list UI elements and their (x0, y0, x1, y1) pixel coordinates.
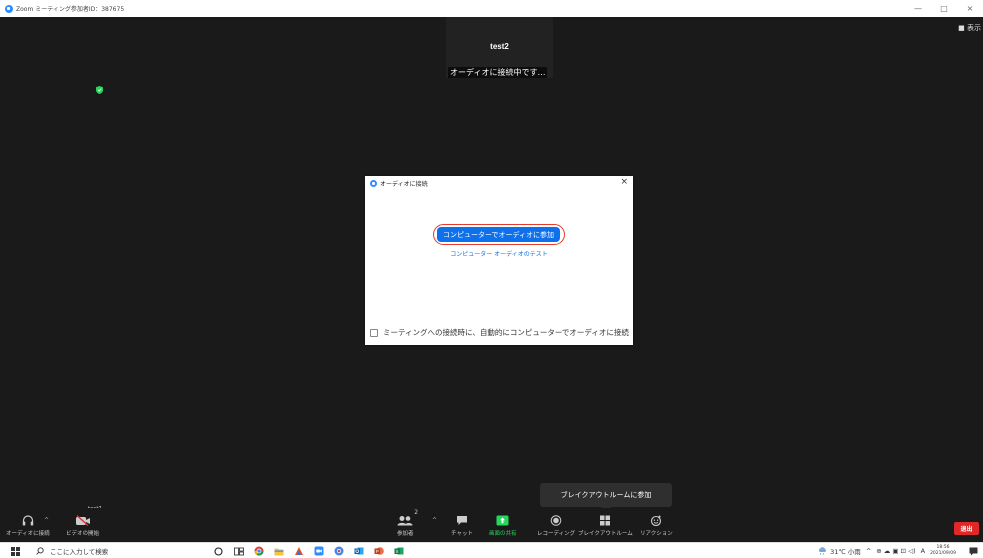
clock-date: 2021/09/09 (930, 551, 956, 556)
taskbar-search-box[interactable]: ここに入力して検索 (30, 543, 200, 558)
meeting-toolbar: オーディオに接続 ^ ビデオの開始 2 参加者 ^ チャット 画面の共有 レコー… (0, 508, 983, 542)
taskbar-clock[interactable]: 18:56 2021/09/09 (930, 545, 961, 557)
participants-count: 2 (414, 509, 419, 516)
system-tray: 31℃ 小雨 ^ ⊕ ☁ ▣ ⊡ ◁) A 18:56 2021/09/09 (818, 543, 983, 558)
reactions-button[interactable]: リアクション (640, 508, 673, 542)
window-controls: — □ × (905, 0, 983, 17)
video-off-icon (75, 515, 90, 526)
join-audio-label: オーディオに接続 (6, 531, 50, 537)
view-button[interactable]: ■ 表示 (956, 23, 983, 33)
cortana-icon[interactable] (210, 543, 227, 558)
dialog-title: オーディオに接続 (370, 178, 428, 188)
dialog-title-text: オーディオに接続 (380, 180, 428, 188)
breakout-tooltip: ブレイクアウトルームに参加 (540, 483, 672, 512)
speaker-status: オーディオに接続中です… (448, 67, 548, 78)
reactions-icon (651, 515, 662, 526)
windows-start-icon[interactable] (11, 547, 20, 556)
share-screen-icon (496, 515, 509, 526)
breakout-rooms-button[interactable]: ブレイクアウトルーム (578, 508, 633, 542)
tray-chevron-icon[interactable]: ^ (866, 547, 871, 555)
outlook-icon[interactable] (350, 543, 367, 558)
minimize-icon[interactable]: — (905, 4, 931, 13)
file-explorer-icon[interactable] (270, 543, 287, 558)
weather-text[interactable]: 31℃ 小雨 (830, 546, 861, 556)
excel-icon[interactable]: X (390, 543, 407, 558)
zoom-logo-icon (5, 4, 13, 13)
windows-taskbar: ここに入力して検索 P X 31℃ 小雨 ^ ⊕ ☁ ▣ ⊡ ◁) A 18:5… (0, 542, 983, 558)
headphone-icon (22, 515, 34, 526)
search-icon (36, 547, 44, 555)
chrome-alt-icon[interactable] (330, 543, 347, 558)
dialog-close-icon[interactable]: × (620, 177, 628, 187)
taskbar-apps: P X (210, 543, 410, 558)
audio-join-dialog: オーディオに接続 × コンピューターでオーディオに参加 コンピューター オーディ… (365, 176, 633, 345)
record-button[interactable]: レコーディング (537, 508, 575, 542)
tray-icons[interactable]: ⊕ ☁ ▣ ⊡ ◁) (876, 547, 915, 555)
task-view-icon[interactable] (230, 543, 247, 558)
participants-button[interactable]: 2 参加者 (397, 508, 418, 542)
audio-options-chevron-icon[interactable]: ^ (44, 517, 49, 524)
notification-icon[interactable] (969, 547, 978, 556)
weather-rain-icon (819, 547, 827, 555)
maximize-icon[interactable]: □ (931, 4, 957, 13)
join-with-computer-audio-button[interactable]: コンピューターでオーディオに参加 (437, 227, 560, 242)
chrome-icon[interactable] (250, 543, 267, 558)
close-window-icon[interactable]: × (957, 4, 983, 13)
window-title: Zoom ミーティング参加者ID：387675 (16, 6, 125, 13)
test-computer-audio-link[interactable]: コンピューター オーディオのテスト (365, 249, 633, 258)
zoom-logo-icon (370, 179, 377, 187)
chat-label: チャット (451, 531, 473, 537)
leave-meeting-button[interactable]: 退出 (954, 522, 979, 535)
auto-connect-row[interactable]: ミーティングへの接続時に、自動的にコンピューターでオーディオに接続 (370, 327, 629, 338)
record-icon (550, 515, 562, 526)
start-video-button[interactable]: ビデオの開始 (66, 508, 99, 542)
powerpoint-icon[interactable]: P (370, 543, 387, 558)
svg-text:X: X (395, 549, 398, 554)
security-shield-icon[interactable] (96, 86, 103, 94)
app-triangle-icon[interactable] (290, 543, 307, 558)
share-screen-label: 画面の共有 (489, 531, 517, 537)
breakout-rooms-label: ブレイクアウトルーム (578, 531, 633, 537)
speaker-video-tile: test2 オーディオに接続中です… (446, 17, 553, 78)
share-screen-button[interactable]: 画面の共有 (489, 508, 517, 542)
taskbar-search-placeholder: ここに入力して検索 (50, 548, 109, 556)
start-video-label: ビデオの開始 (66, 531, 100, 537)
zoom-app-icon[interactable] (310, 543, 327, 558)
participants-icon (397, 516, 413, 526)
auto-connect-label: ミーティングへの接続時に、自動的にコンピューターでオーディオに接続 (383, 328, 629, 337)
speaker-name: test2 (490, 42, 509, 51)
chat-icon (456, 516, 467, 525)
reactions-label: リアクション (640, 531, 673, 537)
svg-text:P: P (375, 549, 378, 554)
breakout-rooms-icon (600, 515, 611, 526)
auto-connect-checkbox[interactable] (370, 328, 378, 337)
record-label: レコーディング (537, 531, 576, 537)
chat-button[interactable]: チャット (451, 508, 473, 542)
participants-label: 参加者 (397, 531, 414, 537)
ime-indicator[interactable]: A (921, 547, 925, 555)
participants-chevron-icon[interactable]: ^ (432, 517, 437, 524)
window-titlebar: Zoom ミーティング参加者ID：387675 — □ × (0, 0, 983, 17)
join-audio-button[interactable]: オーディオに接続 (6, 508, 50, 542)
